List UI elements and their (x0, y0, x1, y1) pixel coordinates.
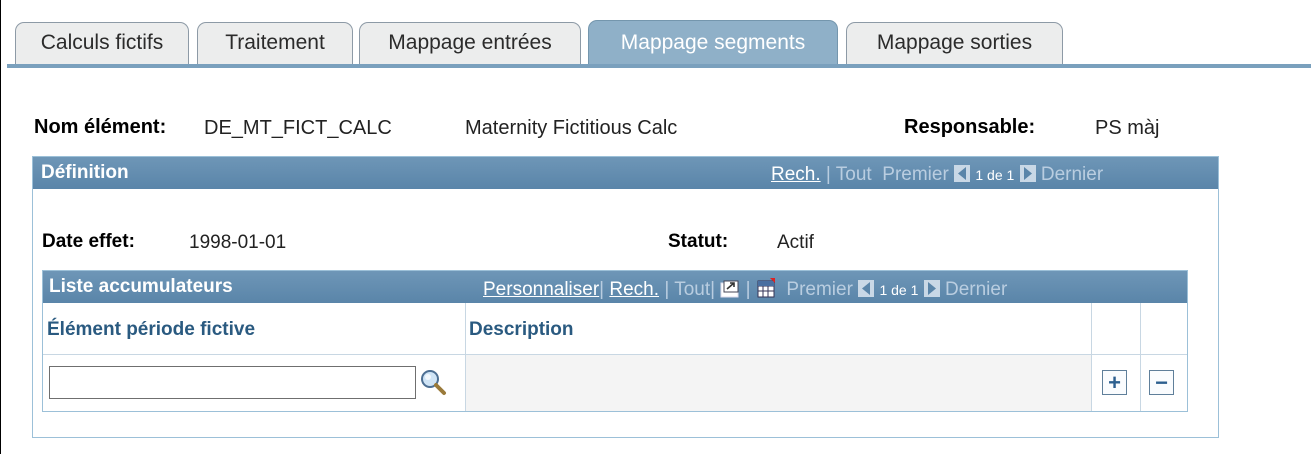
status-value: Actif (777, 232, 814, 253)
fictitious-period-element-input[interactable] (49, 366, 416, 399)
definition-row-count: 1 de 1 (975, 167, 1015, 183)
tab-mappage-segments[interactable]: Mappage segments (588, 20, 838, 66)
nav-separator: | (825, 164, 831, 185)
definition-header: Définition Rech. | Tout Premier 1 de 1 D… (33, 157, 1218, 189)
element-name-value: DE_MT_FICT_CALC (204, 117, 392, 139)
column-header-description[interactable]: Description (469, 319, 574, 341)
owner-label: Responsable: (904, 116, 1036, 138)
tab-underline (7, 64, 1311, 68)
next-arrow-icon[interactable] (923, 280, 940, 297)
tab-mappage-sorties[interactable]: Mappage sorties (846, 22, 1063, 65)
definition-view-all: Tout (835, 164, 872, 185)
nav-separator: | (710, 279, 716, 300)
page-frame: Calculs fictifs Traitement Mappage entré… (0, 0, 1311, 454)
accumulators-header: Liste accumulateurs Personnaliser| Rech.… (43, 271, 1187, 303)
delete-row-button[interactable]: − (1149, 370, 1174, 395)
accumulators-title: Liste accumulateurs (49, 276, 233, 297)
accumulators-last: Dernier (944, 279, 1008, 300)
prev-arrow-icon[interactable] (954, 165, 971, 182)
tab-mappage-entrees[interactable]: Mappage entrées (359, 22, 581, 65)
customize-link[interactable]: Personnaliser (483, 279, 599, 300)
tab-calculs-fictifs[interactable]: Calculs fictifs (15, 22, 189, 65)
nav-separator: | (664, 279, 670, 300)
lookup-magnifier-icon[interactable] (419, 368, 447, 401)
add-row-icon: + (1108, 369, 1121, 395)
definition-first: Premier (882, 164, 949, 185)
nav-separator: | (599, 279, 605, 300)
effective-date-label: Date effet: (42, 231, 135, 252)
element-name-label: Nom élément: (34, 116, 167, 138)
accumulators-find-link[interactable]: Rech. (609, 279, 659, 300)
definition-last: Dernier (1040, 164, 1104, 185)
download-grid-icon[interactable] (756, 278, 776, 304)
add-row-button[interactable]: + (1102, 370, 1127, 395)
accumulators-first: Premier (786, 279, 853, 300)
next-arrow-icon[interactable] (1019, 165, 1036, 182)
status-label: Statut: (668, 231, 729, 252)
nav-separator: | (745, 279, 751, 300)
accumulators-view-all: Tout (674, 279, 711, 300)
column-divider (1091, 303, 1092, 411)
accumulators-nav: Personnaliser| Rech. | Tout| | Premier 1… (483, 278, 1007, 304)
tab-bar: Calculs fictifs Traitement Mappage entré… (1, 0, 1311, 70)
definition-find-link[interactable]: Rech. (771, 164, 821, 185)
element-description-value: Maternity Fictitious Calc (465, 117, 678, 139)
description-cell (466, 355, 1091, 411)
view-all-icon[interactable] (720, 280, 740, 304)
accumulators-row-count: 1 de 1 (879, 282, 919, 298)
definition-nav: Rech. | Tout Premier 1 de 1 Dernier (771, 164, 1103, 186)
definition-title: Définition (41, 162, 129, 183)
owner-value: PS màj (1095, 117, 1160, 139)
effective-date-value: 1998-01-01 (189, 232, 287, 253)
delete-row-icon: − (1155, 369, 1168, 395)
column-header-element[interactable]: Élément période fictive (47, 319, 255, 341)
column-divider (1140, 303, 1141, 411)
prev-arrow-icon[interactable] (858, 280, 875, 297)
tab-traitement[interactable]: Traitement (197, 22, 353, 65)
